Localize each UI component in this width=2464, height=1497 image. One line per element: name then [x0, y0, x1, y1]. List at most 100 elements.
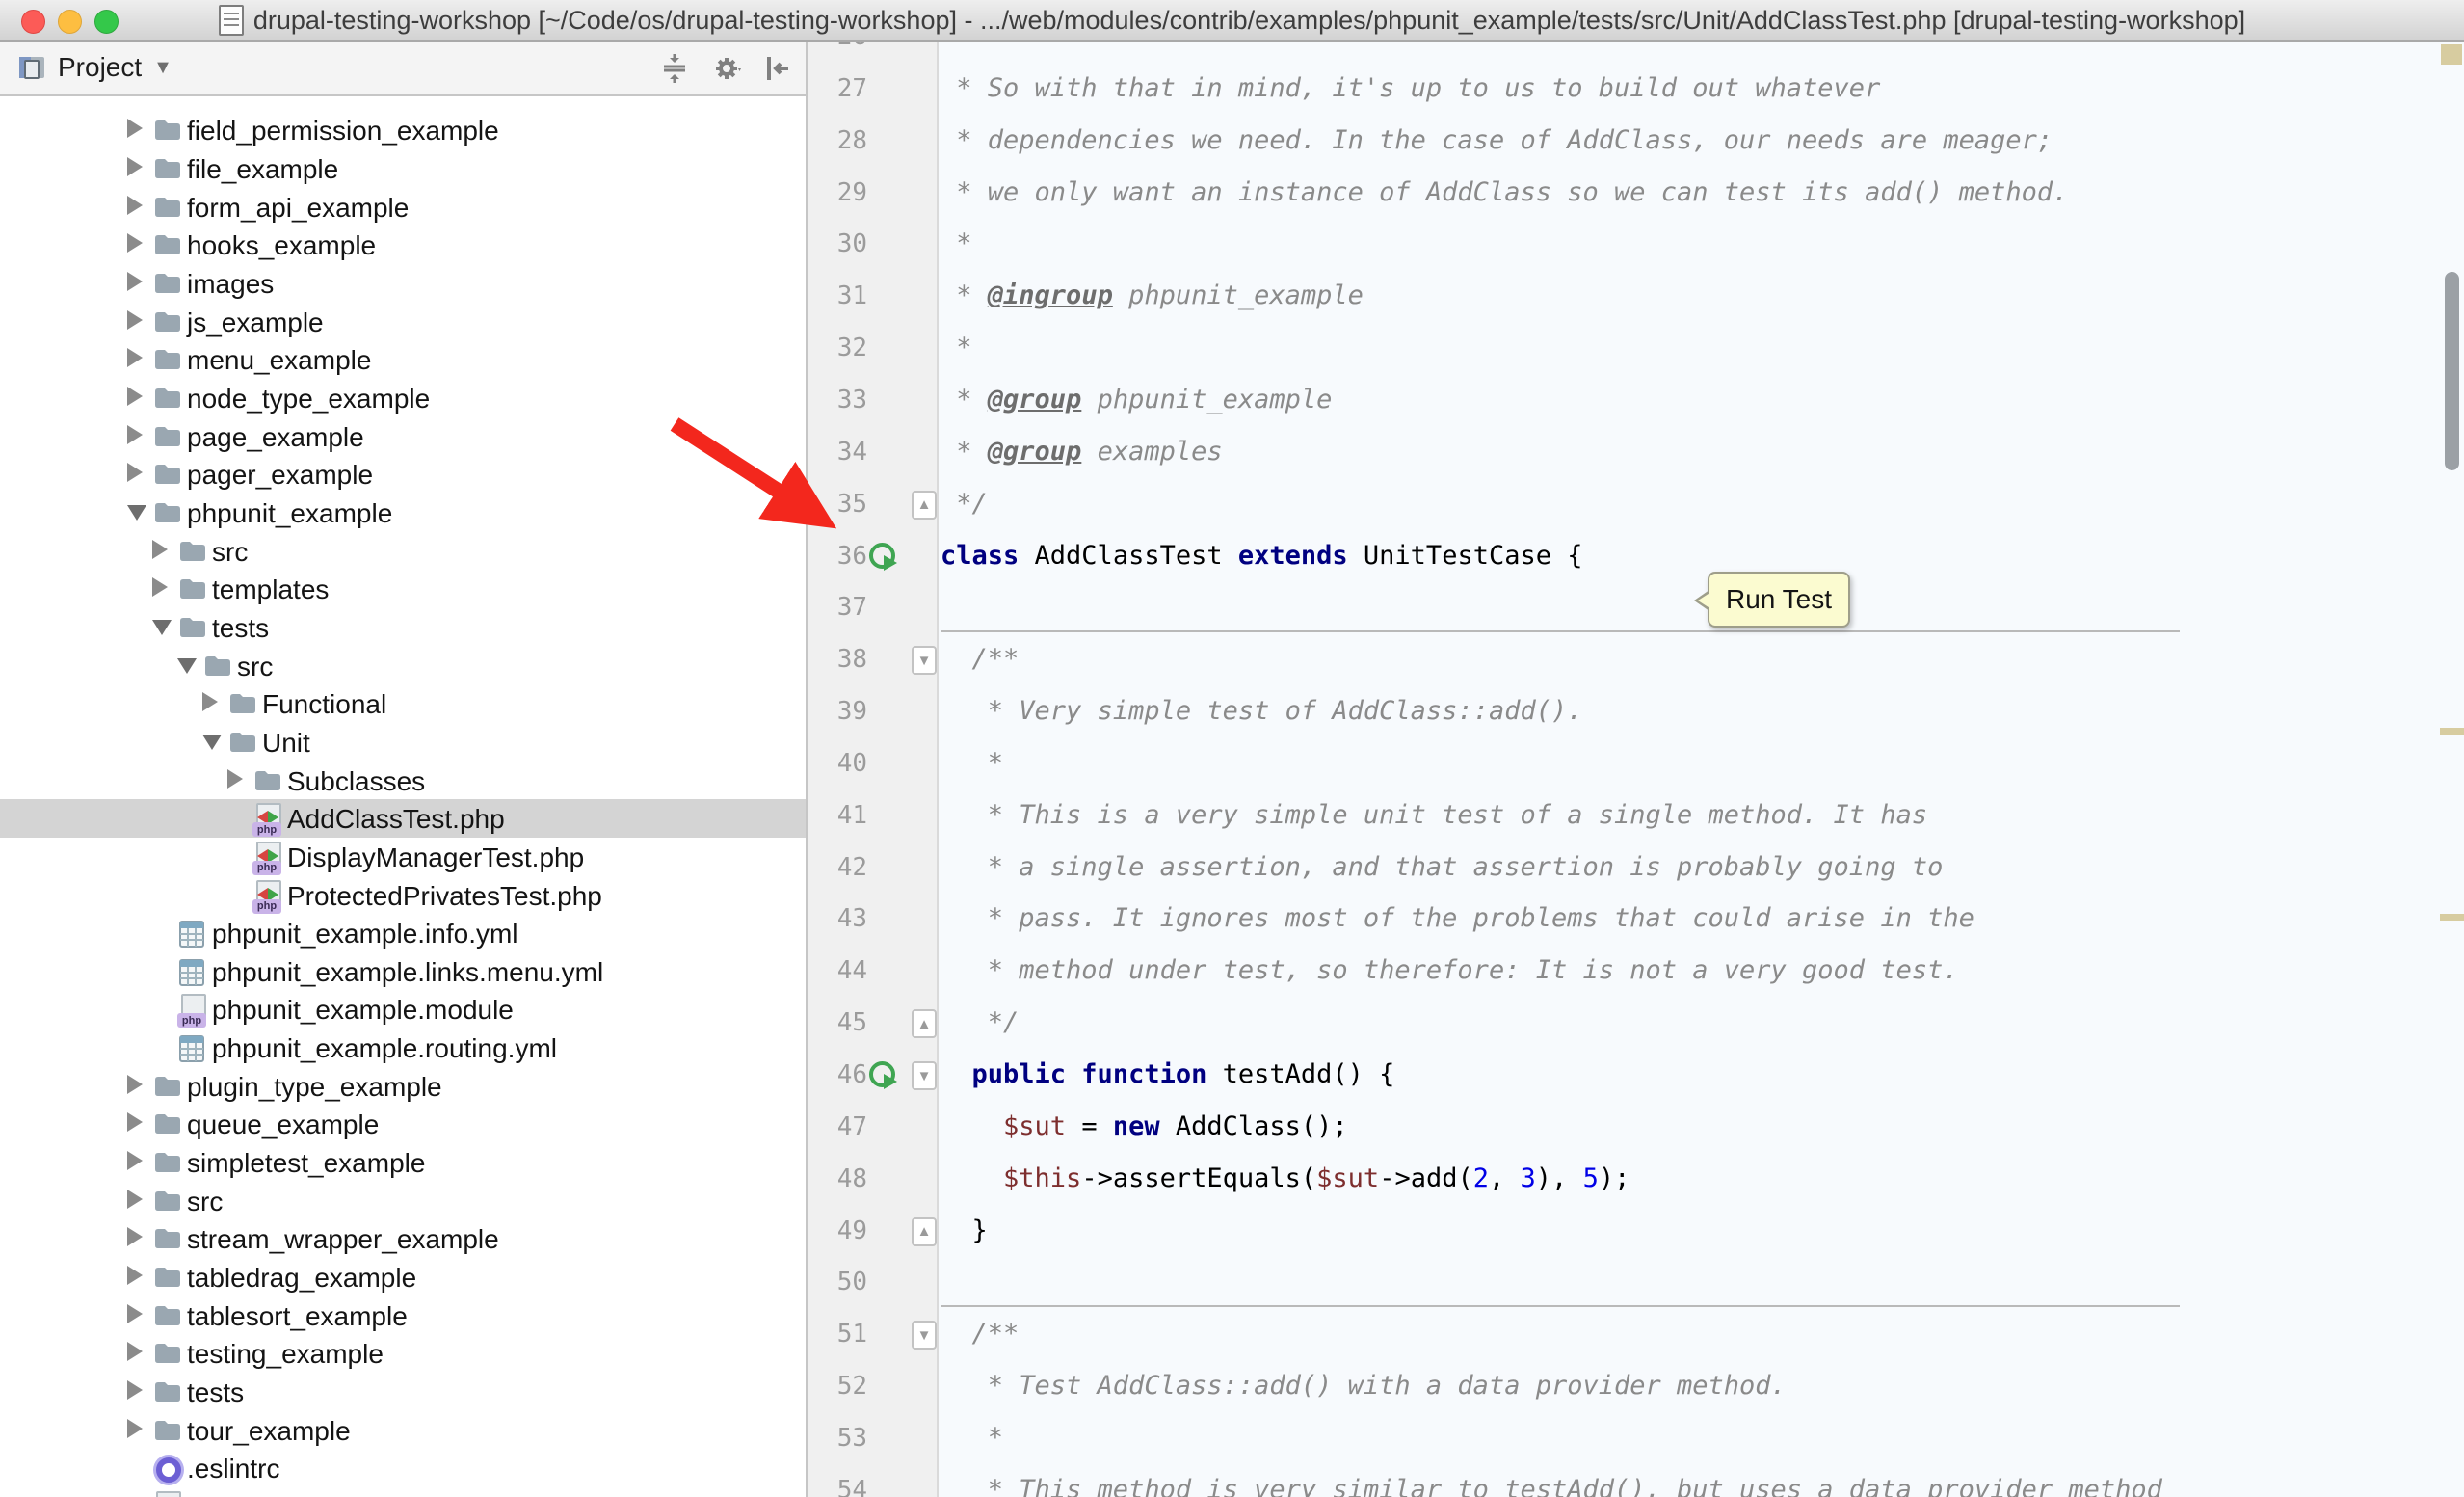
- code-line-29[interactable]: * we only want an instance of AddClass s…: [941, 167, 2068, 219]
- expand-arrow-icon[interactable]: [127, 233, 143, 253]
- code-line-52[interactable]: * Test AddClass::add() with a data provi…: [941, 1360, 1787, 1412]
- expand-arrow-icon[interactable]: [127, 1380, 143, 1400]
- tree-row-tests[interactable]: tests: [0, 1373, 806, 1411]
- tree-row-phpunit-example-routing-yml[interactable]: phpunit_example.routing.yml: [0, 1029, 806, 1067]
- tree-row-phpunit-example-info-yml[interactable]: phpunit_example.info.yml: [0, 914, 806, 952]
- code-line-28[interactable]: * dependencies we need. In the case of A…: [941, 115, 2053, 167]
- expand-arrow-icon[interactable]: [127, 348, 143, 367]
- tree-row-js-example[interactable]: js_example: [0, 303, 806, 341]
- tree-row-subclasses[interactable]: Subclasses: [0, 762, 806, 800]
- fold-end-icon[interactable]: ▲: [912, 491, 937, 520]
- editor[interactable]: 2627 * So with that in mind, it's up to …: [808, 40, 2464, 1497]
- tree-row-src[interactable]: src: [0, 1182, 806, 1220]
- fold-end-icon[interactable]: ▲: [912, 1009, 937, 1038]
- tree-row-simpletest-example[interactable]: simpletest_example: [0, 1143, 806, 1182]
- tree-row-phpunit-example[interactable]: phpunit_example: [0, 494, 806, 532]
- code-line-54[interactable]: * This method is very similar to testAdd…: [941, 1464, 2162, 1497]
- expand-arrow-icon[interactable]: [127, 1075, 143, 1094]
- expand-arrow-icon[interactable]: [127, 1266, 143, 1285]
- run-test-gutter-icon[interactable]: [869, 1061, 898, 1090]
- tree-row-testing-example[interactable]: testing_example: [0, 1334, 806, 1373]
- tree-row-pager-example[interactable]: pager_example: [0, 455, 806, 494]
- expand-arrow-icon[interactable]: [127, 1112, 143, 1132]
- tree-row-queue-example[interactable]: queue_example: [0, 1105, 806, 1143]
- code-line-39[interactable]: * Very simple test of AddClass::add().: [941, 685, 1582, 737]
- code-line-36[interactable]: class AddClassTest extends UnitTestCase …: [941, 530, 1583, 582]
- expand-arrow-icon[interactable]: [127, 463, 143, 482]
- tree-row-phpunit-example-links-menu-yml[interactable]: phpunit_example.links.menu.yml: [0, 952, 806, 991]
- tree-row-images[interactable]: images: [0, 264, 806, 303]
- tree-row-hooks-example[interactable]: hooks_example: [0, 226, 806, 264]
- tree-row-form-api-example[interactable]: form_api_example: [0, 188, 806, 227]
- tree-row-composer-json[interactable]: {}composer.json: [0, 1487, 806, 1497]
- collapse-arrow-icon[interactable]: [177, 658, 197, 674]
- code-line-30[interactable]: *: [941, 218, 972, 270]
- code-line-27[interactable]: * So with that in mind, it's up to us to…: [941, 63, 1880, 115]
- fold-start-icon[interactable]: ▼: [912, 646, 937, 675]
- expand-arrow-icon[interactable]: [152, 540, 168, 559]
- tree-row-tablesort-example[interactable]: tablesort_example: [0, 1297, 806, 1335]
- run-test-gutter-icon[interactable]: [869, 543, 898, 572]
- tree-row-phpunit-example-module[interactable]: phpphpunit_example.module: [0, 990, 806, 1029]
- code-line-32[interactable]: *: [941, 322, 972, 374]
- expand-arrow-icon[interactable]: [127, 196, 143, 215]
- tree-row-src[interactable]: src: [0, 647, 806, 685]
- expand-arrow-icon[interactable]: [127, 1419, 143, 1438]
- expand-arrow-icon[interactable]: [127, 157, 143, 176]
- error-stripe-top-mark[interactable]: [2441, 44, 2462, 65]
- code-line-49[interactable]: }: [941, 1205, 988, 1257]
- code-line-41[interactable]: * This is a very simple unit test of a s…: [941, 789, 1927, 842]
- code-line-47[interactable]: $sut = new AddClass();: [941, 1101, 1348, 1153]
- collapse-arrow-icon[interactable]: [202, 735, 222, 750]
- expand-arrow-icon[interactable]: [127, 387, 143, 406]
- expand-arrow-icon[interactable]: [127, 1151, 143, 1170]
- error-stripe-mark[interactable]: [2440, 728, 2464, 735]
- hide-panel-icon[interactable]: [761, 53, 792, 84]
- code-line-42[interactable]: * a single assertion, and that assertion…: [941, 842, 1943, 894]
- tree-row-page-example[interactable]: page_example: [0, 417, 806, 456]
- expand-arrow-icon[interactable]: [127, 310, 143, 330]
- fold-start-icon[interactable]: ▼: [912, 1321, 937, 1350]
- code-line-45[interactable]: */: [941, 997, 1019, 1049]
- tree-row-src[interactable]: src: [0, 532, 806, 571]
- tree-row-node-type-example[interactable]: node_type_example: [0, 379, 806, 417]
- expand-arrow-icon[interactable]: [202, 692, 218, 711]
- tree-row-templates[interactable]: templates: [0, 570, 806, 608]
- code-line-48[interactable]: $this->assertEquals($sut->add(2, 3), 5);: [941, 1153, 1629, 1205]
- code-line-44[interactable]: * method under test, so therefore: It is…: [941, 945, 1959, 997]
- expand-arrow-icon[interactable]: [127, 272, 143, 291]
- code-line-33[interactable]: * @group phpunit_example: [941, 374, 1332, 426]
- tree-row-functional[interactable]: Functional: [0, 684, 806, 723]
- expand-arrow-icon[interactable]: [127, 1342, 143, 1361]
- expand-arrow-icon[interactable]: [127, 119, 143, 138]
- code-line-43[interactable]: * pass. It ignores most of the problems …: [941, 893, 1974, 945]
- tree-row-tests[interactable]: tests: [0, 608, 806, 647]
- tree-row-addclasstest-php[interactable]: phpAddClassTest.php: [0, 799, 806, 838]
- tree-row-stream-wrapper-example[interactable]: stream_wrapper_example: [0, 1219, 806, 1258]
- expand-arrow-icon[interactable]: [127, 1304, 143, 1323]
- fold-end-icon[interactable]: ▲: [912, 1217, 937, 1246]
- code-line-31[interactable]: * @ingroup phpunit_example: [941, 270, 1364, 322]
- expand-arrow-icon[interactable]: [152, 577, 168, 597]
- settings-gear-icon[interactable]: [713, 53, 744, 84]
- expand-arrow-icon[interactable]: [127, 1227, 143, 1246]
- expand-arrow-icon[interactable]: [127, 1190, 143, 1209]
- code-line-53[interactable]: *: [941, 1412, 1003, 1464]
- expand-arrow-icon[interactable]: [227, 769, 243, 789]
- tree-row-tabledrag-example[interactable]: tabledrag_example: [0, 1258, 806, 1297]
- tree-row-unit[interactable]: Unit: [0, 723, 806, 762]
- tree-row-tour-example[interactable]: tour_example: [0, 1411, 806, 1450]
- tree-row-protectedprivatestest-php[interactable]: phpProtectedPrivatesTest.php: [0, 876, 806, 915]
- tree-row-menu-example[interactable]: menu_example: [0, 340, 806, 379]
- expand-arrow-icon[interactable]: [127, 425, 143, 444]
- fold-start-icon[interactable]: ▼: [912, 1061, 937, 1090]
- tree-row-displaymanagertest-php[interactable]: phpDisplayManagerTest.php: [0, 838, 806, 876]
- tree-row-plugin-type-example[interactable]: plugin_type_example: [0, 1067, 806, 1106]
- tree-row--eslintrc[interactable]: .eslintrc: [0, 1449, 806, 1487]
- collapse-arrow-icon[interactable]: [127, 505, 146, 521]
- project-view-selector[interactable]: Project ▼: [17, 40, 172, 94]
- collapse-all-icon[interactable]: [659, 53, 690, 84]
- collapse-arrow-icon[interactable]: [152, 620, 172, 635]
- code-line-40[interactable]: *: [941, 737, 1003, 789]
- editor-scrollbar[interactable]: [2445, 272, 2459, 470]
